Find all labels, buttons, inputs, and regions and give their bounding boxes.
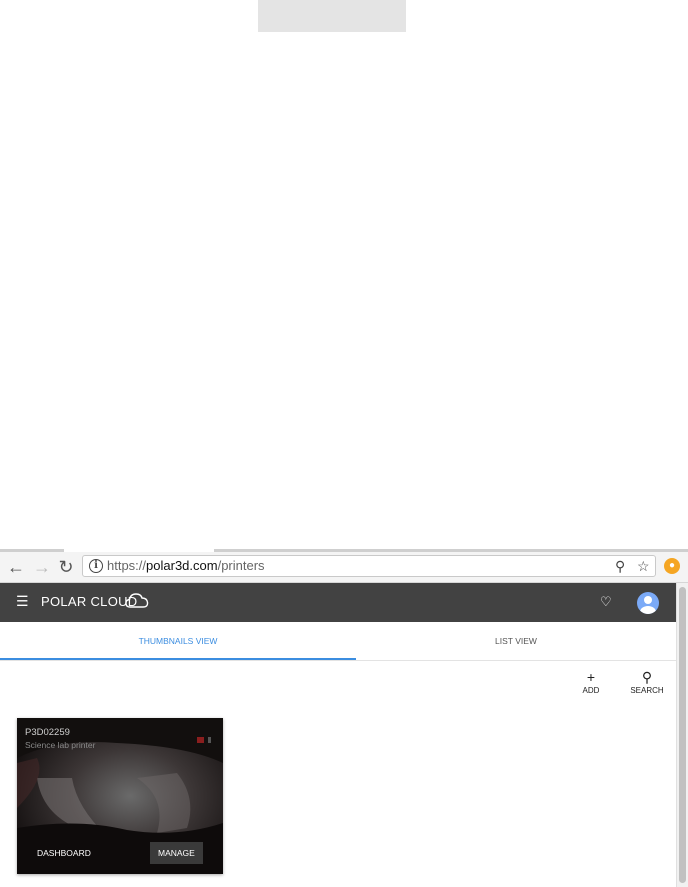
avatar-head xyxy=(644,596,652,604)
cloud-logo-icon xyxy=(125,593,149,608)
record-icon xyxy=(197,737,204,743)
extension-icon[interactable]: ● xyxy=(664,558,680,574)
app-content: ☰ POLAR CLOUD ♡ THUMBNAILS VIEW LIST VIE… xyxy=(0,583,676,887)
menu-icon[interactable]: ☰ xyxy=(16,593,29,610)
avatar-body xyxy=(640,606,656,614)
brand-logo[interactable]: POLAR CLOUD xyxy=(41,594,138,609)
url-scheme: https:// xyxy=(107,558,147,573)
add-button[interactable]: + ADD xyxy=(580,669,602,695)
scrollbar-thumb[interactable] xyxy=(679,587,686,883)
search-button[interactable]: ⚲ SEARCH xyxy=(628,669,666,695)
forward-icon[interactable]: → xyxy=(31,556,53,578)
dashboard-button[interactable]: DASHBOARD xyxy=(29,842,99,864)
app-bar: ☰ POLAR CLOUD ♡ xyxy=(0,583,676,622)
reload-icon[interactable]: ↻ xyxy=(55,556,77,578)
zoom-icon[interactable]: ⚲ xyxy=(615,558,625,575)
info-icon[interactable]: i xyxy=(89,559,103,573)
search-label: SEARCH xyxy=(630,686,664,695)
tab-list-view[interactable]: LIST VIEW xyxy=(356,622,676,660)
bell-icon[interactable]: ♡ xyxy=(600,594,612,610)
avatar[interactable] xyxy=(637,592,659,614)
url-input[interactable]: i https://polar3d.com/printers ⚲ ☆ xyxy=(82,555,656,577)
battery-icon xyxy=(208,737,211,743)
back-icon[interactable]: ← xyxy=(5,556,27,578)
printer-subtitle: Science lab printer xyxy=(25,740,96,750)
scrollbar[interactable] xyxy=(676,583,688,887)
printer-title: P3D02259 xyxy=(25,727,70,738)
url-path: /printers xyxy=(217,558,265,573)
active-tab-indicator xyxy=(0,658,356,660)
top-tab-placeholder xyxy=(258,0,406,32)
address-bar: ← → ↻ i https://polar3d.com/printers ⚲ ☆… xyxy=(0,552,688,583)
add-label: ADD xyxy=(582,686,600,695)
browser-window: ← → ↻ i https://polar3d.com/printers ⚲ ☆… xyxy=(0,549,688,887)
tab-thumbnails-view[interactable]: THUMBNAILS VIEW xyxy=(0,622,356,660)
view-tabs: THUMBNAILS VIEW LIST VIEW xyxy=(0,622,676,661)
manage-button[interactable]: MANAGE xyxy=(150,842,203,864)
search-icon: ⚲ xyxy=(641,669,653,685)
url-text[interactable]: https://polar3d.com/printers xyxy=(107,558,265,574)
plus-icon: + xyxy=(586,669,596,685)
printer-card[interactable]: P3D02259 Science lab printer DASHBOARD M… xyxy=(17,718,223,874)
url-domain: polar3d.com xyxy=(146,558,218,573)
star-icon[interactable]: ☆ xyxy=(637,558,650,575)
